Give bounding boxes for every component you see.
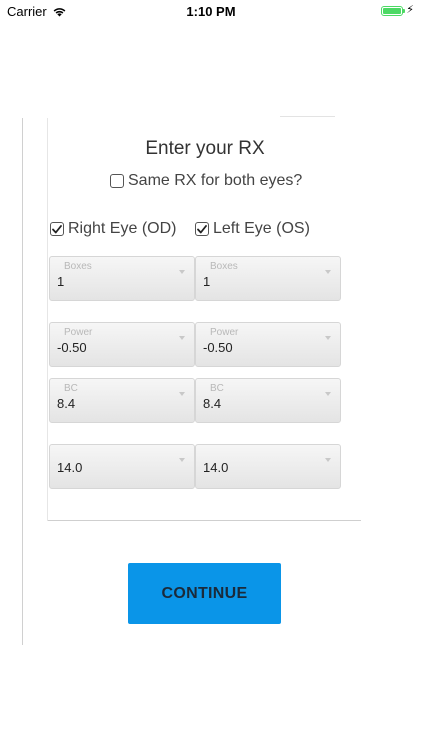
status-bar: Carrier 1:10 PM ⚡︎: [0, 0, 422, 24]
right-boxes-value: 1: [57, 274, 65, 289]
left-dia-value: 14.0: [203, 460, 229, 475]
status-time: 1:10 PM: [186, 4, 236, 19]
left-boxes-value: 1: [203, 274, 211, 289]
right-power-value: -0.50: [57, 340, 87, 355]
right-power-select[interactable]: Power -0.50: [49, 322, 195, 367]
left-dia-select[interactable]: 14.0: [195, 444, 341, 489]
chevron-down-icon: [325, 458, 331, 462]
left-bc-select[interactable]: BC 8.4: [195, 378, 341, 423]
battery-indicator: ⚡︎: [381, 5, 414, 16]
chevron-down-icon: [325, 270, 331, 274]
chevron-down-icon: [325, 336, 331, 340]
left-eye-label: Left Eye (OS): [213, 220, 310, 237]
right-eye-option[interactable]: Right Eye (OD): [50, 220, 176, 238]
page-divider-left: [22, 118, 23, 645]
right-bc-label: BC: [64, 383, 78, 394]
right-boxes-select[interactable]: Boxes 1: [49, 256, 195, 301]
battery-icon: [381, 5, 406, 16]
right-boxes-label: Boxes: [64, 261, 92, 272]
right-dia-value: 14.0: [57, 460, 83, 475]
chevron-down-icon: [325, 392, 331, 396]
same-rx-checkbox[interactable]: [110, 174, 124, 188]
right-dia-select[interactable]: 14.0: [49, 444, 195, 489]
chevron-down-icon: [179, 270, 185, 274]
right-eye-label: Right Eye (OD): [68, 220, 177, 237]
left-bc-label: BC: [210, 383, 224, 394]
left-boxes-select[interactable]: Boxes 1: [195, 256, 341, 301]
panel-bottom-divider: [48, 520, 361, 521]
right-eye-checkbox[interactable]: [50, 222, 64, 236]
left-power-value: -0.50: [203, 340, 233, 355]
chevron-down-icon: [179, 336, 185, 340]
same-rx-label: Same RX for both eyes?: [128, 172, 303, 189]
left-power-label: Power: [210, 327, 239, 338]
left-eye-option[interactable]: Left Eye (OS): [195, 220, 310, 238]
checkmark-icon: [52, 224, 62, 233]
same-rx-option[interactable]: Same RX for both eyes?: [110, 172, 302, 190]
panel-left-edge: [47, 118, 48, 521]
chevron-down-icon: [179, 458, 185, 462]
chevron-down-icon: [179, 392, 185, 396]
bolt-icon: ⚡︎: [406, 4, 414, 16]
right-bc-value: 8.4: [57, 396, 76, 411]
panel-top-edge: [280, 116, 335, 117]
page-title: Enter your RX: [145, 138, 265, 159]
left-boxes-label: Boxes: [210, 261, 238, 272]
left-eye-checkbox[interactable]: [195, 222, 209, 236]
right-bc-select[interactable]: BC 8.4: [49, 378, 195, 423]
left-power-select[interactable]: Power -0.50: [195, 322, 341, 367]
right-power-label: Power: [64, 327, 93, 338]
continue-button[interactable]: CONTINUE: [128, 563, 281, 624]
checkmark-icon: [197, 224, 207, 233]
left-bc-value: 8.4: [203, 396, 222, 411]
